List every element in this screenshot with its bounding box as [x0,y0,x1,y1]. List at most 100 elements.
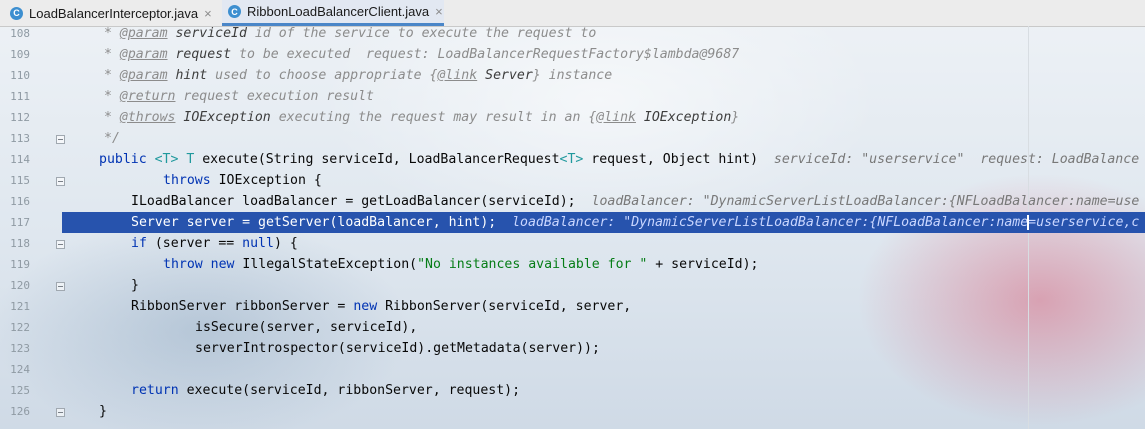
class-icon: C [228,5,241,18]
comment-text: } instance [532,68,613,83]
keyword: public [99,152,147,167]
fold-marker-icon[interactable] [56,177,65,186]
line-number: 117 [10,216,30,229]
line-number: 110 [10,69,30,82]
code-text: Server server = getServer(loadBalancer, … [131,215,497,230]
code-text: IOException { [210,173,322,188]
code-line-119[interactable]: throw new IllegalStateException("No inst… [67,254,759,275]
line-number: 108 [10,27,30,40]
code-line-118[interactable]: if (server == null) { [67,233,298,254]
line-number: 118 [10,237,30,250]
fold-marker-icon[interactable] [56,240,65,249]
code-line-124[interactable] [67,359,131,380]
code-line-111[interactable]: * @return request execution result [67,86,374,107]
doc-tag: @param [119,68,168,83]
line-number: 116 [10,195,30,208]
type-parameter: T [178,152,195,167]
doc-param-name: IOException [175,110,271,125]
doc-link-target: Server [477,68,533,83]
code-line-121[interactable]: RibbonServer ribbonServer = new RibbonSe… [67,296,631,317]
tab-label: LoadBalancerInterceptor.java [29,5,199,21]
code-line-120[interactable]: } [67,275,139,296]
doc-tag: @param [119,47,168,62]
comment-text: to be executed request: LoadBalancerRequ… [231,47,740,62]
code-line-114[interactable]: public <T> T execute(String serviceId, L… [67,149,1139,170]
doc-param-name: hint [167,68,208,83]
comment-text: request execution result [175,89,374,104]
code-text: execute(serviceId, ribbonServer, request… [178,383,521,398]
type-parameter: <T> [559,152,584,167]
doc-tag: @return [119,89,176,104]
doc-link-target: IOException [635,110,732,125]
line-number: 119 [10,258,30,271]
comment-text: executing the request may result in an { [270,110,597,125]
text-caret [1027,215,1029,230]
keyword: return [131,383,179,398]
keyword: new [353,299,378,314]
fold-marker-icon[interactable] [56,282,65,291]
comment-text: * [104,110,120,125]
doc-param-name: request [167,47,232,62]
code-text: IllegalStateException( [234,257,418,272]
keyword: throw new [163,257,235,272]
doc-tag: @link [437,68,478,83]
code-line-112[interactable]: * @throws IOException executing the requ… [67,107,739,128]
code-text: request, Object hint) [583,152,759,167]
code-line-117[interactable]: Server server = getServer(loadBalancer, … [67,212,1139,233]
doc-param-name: serviceId [167,26,247,41]
code-line-115[interactable]: throws IOException { [67,170,322,191]
code-line-110[interactable]: * @param hint used to choose appropriate… [67,65,612,86]
code-text: RibbonServer ribbonServer = [131,299,354,314]
line-number: 120 [10,279,30,292]
debug-inline-value: loadBalancer: "DynamicServerListLoadBala… [496,215,1140,230]
line-number: 112 [10,111,30,124]
comment-text: id of the service to execute the request… [246,26,597,41]
code-line-122[interactable]: isSecure(server, serviceId), [67,317,417,338]
comment-text: * [104,26,120,41]
line-number: 111 [10,90,30,103]
comment-text: * [104,47,120,62]
code-line-113[interactable]: */ [67,128,120,149]
line-number: 114 [10,153,30,166]
fold-marker-icon[interactable] [56,408,65,417]
close-icon[interactable]: × [435,4,443,19]
code-line-108[interactable]: * @param serviceId id of the service to … [67,23,596,44]
line-number: 121 [10,300,30,313]
keyword: null [242,236,274,251]
close-icon[interactable]: × [204,6,212,21]
keyword: throws [163,173,211,188]
doc-tag: @throws [119,110,176,125]
code-text: serverIntrospector(serviceId).getMetadat… [195,341,600,356]
code-text: execute(String serviceId, LoadBalancerRe… [194,152,560,167]
line-number: 122 [10,321,30,334]
code-line-126[interactable]: } [67,401,107,422]
line-number: 123 [10,342,30,355]
comment-text: * [104,89,120,104]
code-text: } [131,278,139,293]
code-line-125[interactable]: return execute(serviceId, ribbonServer, … [67,380,520,401]
code-text: } [99,404,107,419]
debug-inline-value: serviceId: "userservice" request: LoadBa… [758,152,1140,167]
code-line-116[interactable]: ILoadBalancer loadBalancer = getLoadBala… [67,191,1139,212]
doc-tag: @param [119,26,168,41]
code-text: RibbonServer(serviceId, server, [377,299,632,314]
comment-text: } [731,110,740,125]
line-number: 124 [10,363,30,376]
line-number: 125 [10,384,30,397]
line-number: 115 [10,174,30,187]
string-literal: "No instances available for " [417,257,648,272]
code-line-109[interactable]: * @param request to be executed request:… [67,44,739,65]
type-parameter: <T> [146,152,179,167]
code-text: (server == [146,236,243,251]
class-icon: C [10,6,23,20]
code-line-123[interactable]: serverIntrospector(serviceId).getMetadat… [67,338,600,359]
code-text: ILoadBalancer loadBalancer = getLoadBala… [131,194,576,209]
comment-text: used to choose appropriate { [207,68,438,83]
doc-tag: @link [596,110,636,125]
keyword: if [131,236,147,251]
line-number: 113 [10,132,30,145]
tab-label: RibbonLoadBalancerClient.java [247,4,430,19]
comment-text: */ [104,131,120,146]
line-number: 109 [10,48,30,61]
fold-marker-icon[interactable] [56,135,65,144]
